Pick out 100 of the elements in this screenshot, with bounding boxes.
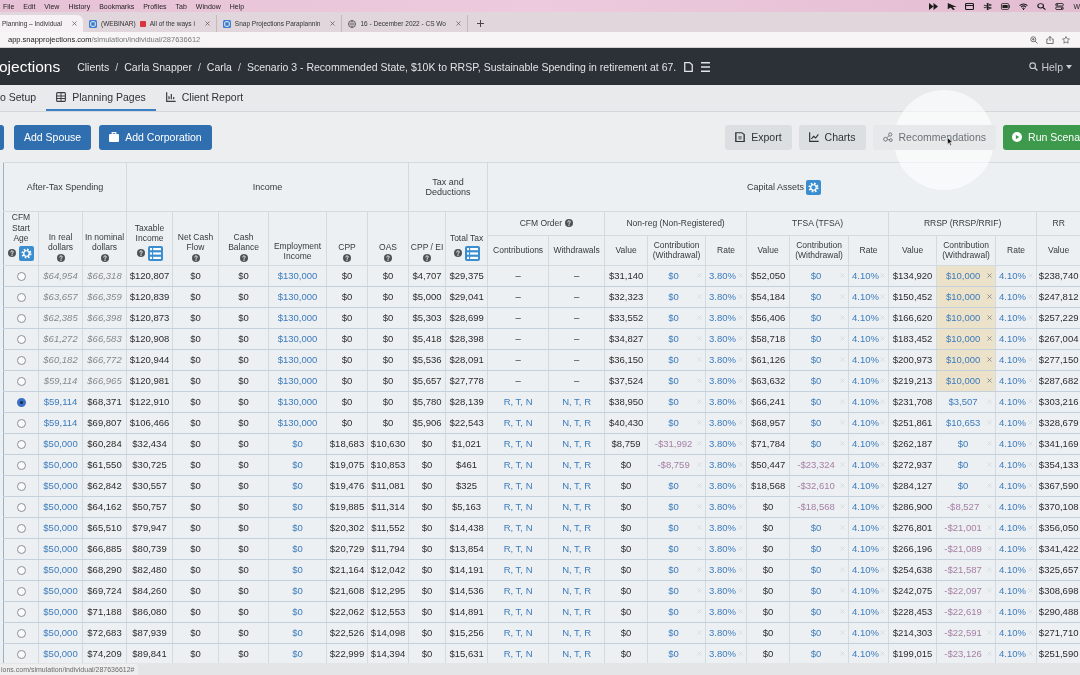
star-icon[interactable] <box>1062 35 1070 44</box>
list-button[interactable] <box>147 245 163 261</box>
cfm-order-value[interactable]: R, T, N <box>487 601 549 622</box>
toolbar-button[interactable]: Charts <box>798 124 866 150</box>
cfm-order-value[interactable]: N, T, R <box>548 622 605 643</box>
employment-income-value[interactable]: $0 <box>268 517 327 538</box>
employment-income-value[interactable]: $0 <box>268 580 327 601</box>
employment-income-value[interactable]: $130,000 <box>268 307 327 328</box>
cross-icon[interactable] <box>987 378 993 383</box>
radio-button[interactable] <box>16 629 26 638</box>
cross-icon[interactable] <box>987 273 993 278</box>
radio-button[interactable] <box>16 272 26 281</box>
fast-forward-icon[interactable] <box>929 2 939 10</box>
radio-button[interactable] <box>16 314 26 323</box>
toolbar-button[interactable]: Export <box>725 124 792 150</box>
employment-income-value[interactable]: $130,000 <box>268 286 327 307</box>
cross-icon[interactable] <box>987 315 993 320</box>
cfm-order-value[interactable]: N, T, R <box>548 559 605 580</box>
help-icon[interactable] <box>56 253 65 262</box>
real-spending-value[interactable]: $50,000 <box>38 559 83 580</box>
radio-button[interactable] <box>16 482 26 491</box>
help-icon[interactable] <box>343 253 351 262</box>
real-spending-value[interactable]: $50,000 <box>38 601 83 622</box>
cfm-order-value[interactable]: N, T, R <box>548 517 605 538</box>
cfm-order-value[interactable]: N, T, R <box>548 475 605 496</box>
real-spending-value[interactable]: $50,000 <box>38 622 83 643</box>
help-icon[interactable] <box>453 249 462 257</box>
radio-button[interactable] <box>16 440 26 449</box>
cfm-order-value[interactable]: R, T, N <box>487 622 549 643</box>
toggle-icon[interactable] <box>1055 2 1065 10</box>
pointer-icon[interactable] <box>947 2 957 10</box>
toolbar-button[interactable]: Run Scena <box>1003 124 1080 150</box>
employment-income-value[interactable]: $130,000 <box>268 265 327 286</box>
cfm-order-value[interactable]: N, T, R <box>548 454 605 475</box>
contribution-value[interactable]: $10,000 <box>939 333 988 344</box>
cfm-order-value[interactable]: R, T, N <box>487 475 549 496</box>
app-logo[interactable]: ojections <box>0 57 61 76</box>
cfm-order-value[interactable]: R, T, N <box>487 433 549 454</box>
help-icon[interactable] <box>191 253 200 262</box>
breadcrumb-link[interactable]: Carla <box>206 60 232 73</box>
cfm-order-value[interactable]: N, T, R <box>548 496 605 517</box>
cfm-order-value[interactable]: R, T, N <box>487 517 549 538</box>
help-icon[interactable] <box>384 253 393 262</box>
employment-income-value[interactable]: $0 <box>268 433 327 454</box>
real-spending-value[interactable]: $50,000 <box>38 454 83 475</box>
nav-tab[interactable]: Client Report <box>155 85 254 111</box>
radio-button[interactable] <box>16 503 26 512</box>
list-button[interactable] <box>464 245 480 261</box>
radio-button[interactable] <box>16 587 26 596</box>
cfm-order-value[interactable]: R, T, N <box>487 559 549 580</box>
menu-icon[interactable] <box>701 61 711 72</box>
help-icon[interactable] <box>564 219 573 228</box>
real-spending-value[interactable]: $59,114 <box>38 412 83 433</box>
share-icon[interactable] <box>1046 35 1054 44</box>
radio-button[interactable] <box>16 356 26 365</box>
help-icon[interactable] <box>239 253 248 262</box>
employment-income-value[interactable]: $0 <box>268 601 327 622</box>
help-icon[interactable] <box>423 253 432 262</box>
help-icon[interactable] <box>136 249 145 257</box>
radio-button[interactable] <box>16 566 26 575</box>
radio-button[interactable] <box>16 377 26 386</box>
close-icon[interactable] <box>456 21 461 26</box>
employment-income-value[interactable]: $0 <box>268 538 327 559</box>
help-menu[interactable]: Help <box>1029 60 1080 73</box>
cfm-order-value[interactable]: R, T, N <box>487 496 549 517</box>
cfm-order-value[interactable]: N, T, R <box>548 433 605 454</box>
real-spending-value[interactable]: $50,000 <box>38 580 83 601</box>
document-icon[interactable] <box>684 61 694 72</box>
real-spending-value[interactable]: $50,000 <box>38 517 83 538</box>
settings-button[interactable] <box>19 245 34 261</box>
real-spending-value[interactable]: $50,000 <box>38 433 83 454</box>
toolbar-button[interactable]: Add Spouse <box>14 124 92 150</box>
help-icon[interactable] <box>100 253 109 262</box>
radio-button[interactable] <box>16 461 26 470</box>
help-icon[interactable] <box>8 249 16 257</box>
close-icon[interactable] <box>72 21 77 26</box>
cross-icon[interactable] <box>987 336 993 341</box>
cfm-order-value[interactable]: R, T, N <box>487 580 549 601</box>
cfm-order-value[interactable]: R, T, N <box>487 538 549 559</box>
real-spending-value[interactable]: $50,000 <box>38 496 83 517</box>
employment-income-value[interactable]: $130,000 <box>268 370 327 391</box>
battery-icon[interactable] <box>1001 2 1011 10</box>
new-tab-icon[interactable] <box>477 20 484 27</box>
employment-income-value[interactable]: $0 <box>268 454 327 475</box>
radio-button[interactable] <box>16 608 26 617</box>
cfm-order-value[interactable]: R, T, N <box>487 412 549 433</box>
cross-icon[interactable] <box>987 294 993 299</box>
employment-income-value[interactable]: $130,000 <box>268 391 327 412</box>
cfm-order-value[interactable]: R, T, N <box>487 391 549 412</box>
wifi-icon[interactable] <box>1019 2 1029 10</box>
radio-button[interactable] <box>16 398 26 407</box>
real-spending-value[interactable]: $50,000 <box>38 538 83 559</box>
contribution-value[interactable]: $10,000 <box>939 270 988 281</box>
contribution-value[interactable]: $10,000 <box>939 354 988 365</box>
employment-income-value[interactable]: $130,000 <box>268 349 327 370</box>
cfm-order-value[interactable]: N, T, R <box>548 391 605 412</box>
contribution-value[interactable]: $10,000 <box>939 375 988 386</box>
toolbar-button[interactable]: Add Corporation <box>99 124 212 150</box>
cfm-order-value[interactable]: N, T, R <box>548 601 605 622</box>
radio-button[interactable] <box>16 524 26 533</box>
